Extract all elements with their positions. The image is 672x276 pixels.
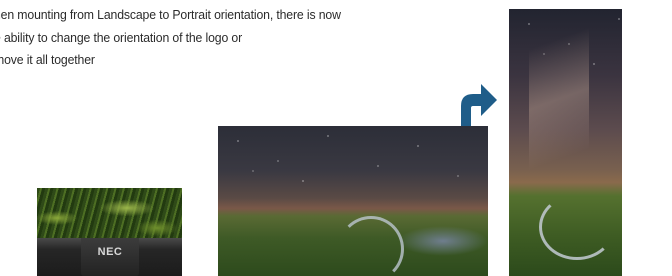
- logo-closeup-image: NEC: [37, 188, 182, 276]
- curved-arrow-right-icon: [461, 84, 497, 126]
- nec-logo: NEC: [97, 246, 123, 258]
- landscape-display-image: [218, 126, 488, 276]
- caption-text: hen mounting from Landscape to Portrait …: [0, 4, 478, 72]
- caption-line-3: move it all together: [0, 52, 95, 67]
- caption-line-1: hen mounting from Landscape to Portrait …: [0, 7, 341, 22]
- portrait-display-image: [509, 9, 622, 276]
- caption-line-2: e ability to change the orientation of t…: [0, 29, 243, 45]
- grass-photo: [37, 188, 182, 240]
- water-patch: [398, 226, 488, 256]
- milky-way-band: [529, 9, 589, 189]
- river-curve: [539, 194, 615, 260]
- river-curve: [338, 216, 404, 276]
